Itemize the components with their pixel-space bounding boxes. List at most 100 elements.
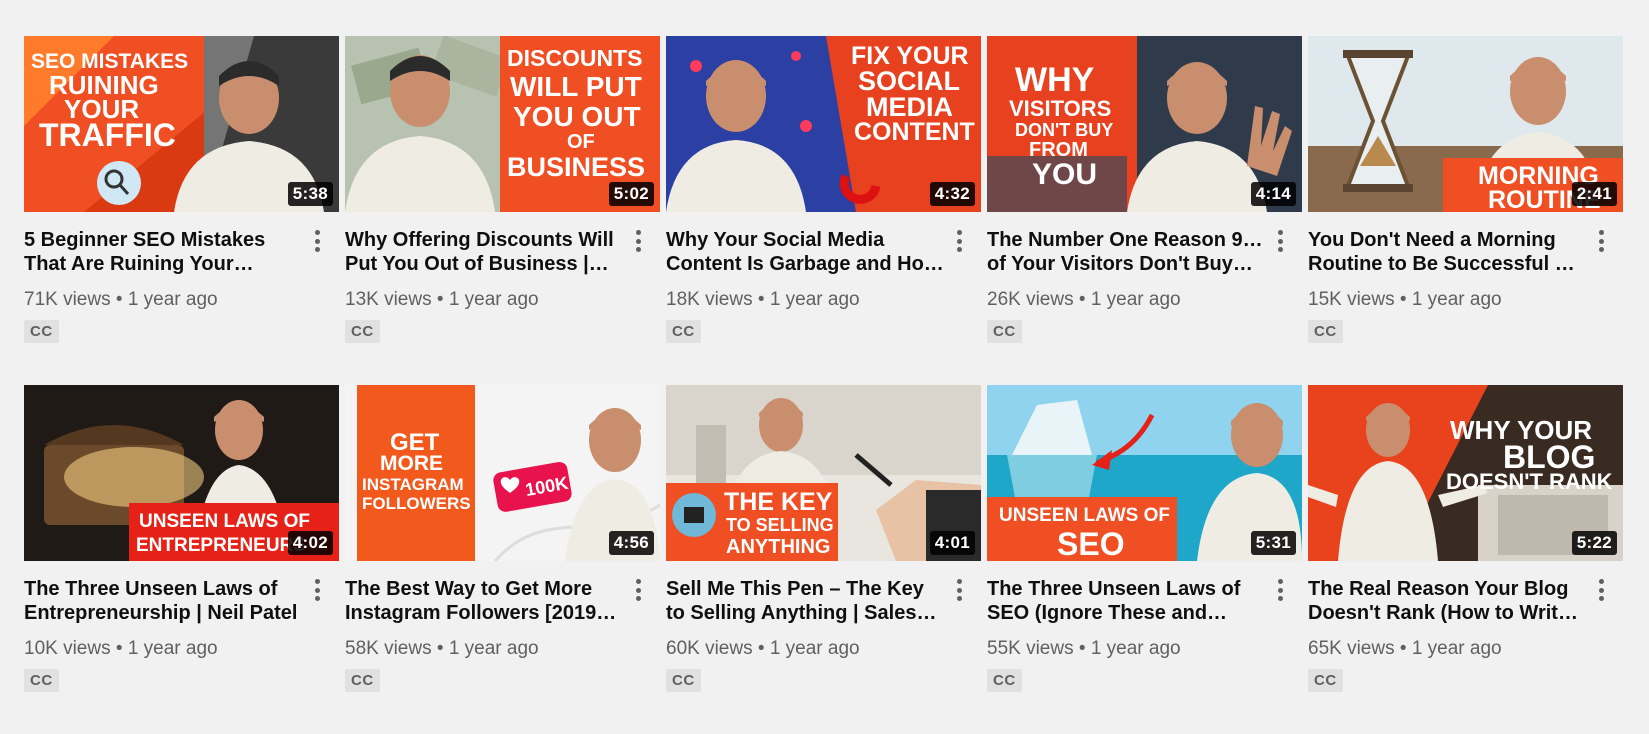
video-title-line: Put You Out of Business |… <box>345 253 609 275</box>
video-title[interactable]: 5 Beginner SEO Mistakes That Are Ruining… <box>24 228 302 276</box>
separator: • <box>115 638 123 659</box>
video-stats: 65K views • 1 year ago <box>1308 637 1623 661</box>
thumb-text: THE KEY <box>724 488 833 516</box>
video-title-line: Routine to Be Successful B… <box>1308 253 1586 275</box>
video-title[interactable]: Why Your Social Media Content Is Garbage… <box>666 228 944 276</box>
thumb-text: OF <box>567 131 595 153</box>
video-thumbnail[interactable]: UNSEEN LAWS OF SEO 5:31 <box>987 385 1302 561</box>
view-count: 13K views <box>345 289 432 310</box>
cc-badge: CC <box>1308 669 1343 692</box>
video-stats: 71K views • 1 year ago <box>24 288 339 312</box>
video-thumbnail[interactable]: SEO MISTAKES RUINING YOUR TRAFFIC 5:38 <box>24 36 339 212</box>
separator: • <box>757 638 765 659</box>
video-thumbnail[interactable]: DISCOUNTS WILL PUT YOU OUT OF BUSINESS 5… <box>345 36 660 212</box>
thumb-text: DOESN'T RANK <box>1446 469 1613 494</box>
video-thumbnail[interactable]: UNSEEN LAWS OF ENTREPRENEURS 4:02 <box>24 385 339 561</box>
video-thumbnail[interactable]: WHY YOUR BLOG DOESN'T RANK 5:22 <box>1308 385 1623 561</box>
thumb-text: ANYTHING <box>726 536 830 558</box>
video-stats: 18K views • 1 year ago <box>666 288 981 312</box>
video-meta: Sell Me This Pen – The Key to Selling An… <box>666 561 981 692</box>
thumb-text: CONTENT <box>854 118 975 146</box>
video-title[interactable]: Sell Me This Pen – The Key to Selling An… <box>666 577 944 625</box>
video-stats: 55K views • 1 year ago <box>987 637 1302 661</box>
video-title[interactable]: The Real Reason Your Blog Doesn't Rank (… <box>1308 577 1586 625</box>
video-meta: The Real Reason Your Blog Doesn't Rank (… <box>1308 561 1623 692</box>
video-title-line: Instagram Followers [2019… <box>345 602 617 624</box>
video-duration: 5:38 <box>287 182 333 206</box>
video-thumbnail[interactable]: 100K GET MORE INSTAGRAM FOLLOWERS 4:56 <box>345 385 660 561</box>
video-thumbnail[interactable]: WHY VISITORS DON'T BUY FROM YOU 4:14 <box>987 36 1302 212</box>
video-title[interactable]: You Don't Need a Morning Routine to Be S… <box>1308 228 1586 276</box>
thumb-text: FOLLOWERS <box>362 494 471 513</box>
video-title-line: of Your Visitors Don't Buy… <box>987 253 1253 275</box>
video-card: WHY YOUR BLOG DOESN'T RANK 5:22 The Real… <box>1308 385 1623 734</box>
video-duration: 2:41 <box>1571 182 1617 206</box>
video-stats: 60K views • 1 year ago <box>666 637 981 661</box>
video-stats: 26K views • 1 year ago <box>987 288 1302 312</box>
view-count: 58K views <box>345 638 432 659</box>
more-options-icon[interactable] <box>949 228 969 254</box>
video-title-line: to Selling Anything | Sales… <box>666 602 937 624</box>
cc-badge: CC <box>24 669 59 692</box>
video-card: UNSEEN LAWS OF SEO 5:31 The Three Unseen… <box>987 385 1302 734</box>
video-thumbnail[interactable]: MORNING ROUTINE 2:41 <box>1308 36 1623 212</box>
video-duration: 4:02 <box>287 531 333 555</box>
upload-age: 1 year ago <box>448 638 539 659</box>
video-duration: 4:32 <box>929 182 975 206</box>
view-count: 18K views <box>666 289 753 310</box>
video-title-line: Doesn't Rank (How to Write … <box>1308 602 1586 624</box>
video-duration: 5:22 <box>1571 531 1617 555</box>
video-thumbnail[interactable]: FIX YOUR SOCIAL MEDIA CONTENT 4:32 <box>666 36 981 212</box>
more-options-icon[interactable] <box>628 228 648 254</box>
more-options-icon[interactable] <box>628 577 648 603</box>
thumb-text: BUSINESS <box>507 152 645 182</box>
video-title-line: The Real Reason Your Blog <box>1308 578 1569 600</box>
upload-age: 1 year ago <box>769 289 860 310</box>
cc-badge: CC <box>987 320 1022 343</box>
video-meta: The Three Unseen Laws of SEO (Ignore The… <box>987 561 1302 692</box>
view-count: 71K views <box>24 289 111 310</box>
video-title[interactable]: Why Offering Discounts Will Put You Out … <box>345 228 623 276</box>
upload-age: 1 year ago <box>1411 638 1502 659</box>
video-title-line: The Number One Reason 99% <box>987 229 1265 251</box>
upload-age: 1 year ago <box>769 638 860 659</box>
video-title-line: Content Is Garbage and Ho… <box>666 253 944 275</box>
more-options-icon[interactable] <box>307 577 327 603</box>
view-count: 65K views <box>1308 638 1395 659</box>
more-options-icon[interactable] <box>1270 577 1290 603</box>
separator: • <box>1078 638 1086 659</box>
thumb-text: UNSEEN LAWS OF <box>139 511 310 532</box>
thumb-text: TRAFFIC <box>39 117 176 153</box>
more-options-icon[interactable] <box>949 577 969 603</box>
thumb-text: YOU OUT <box>513 101 641 132</box>
cc-badge: CC <box>987 669 1022 692</box>
cc-badge: CC <box>666 320 701 343</box>
video-title[interactable]: The Best Way to Get More Instagram Follo… <box>345 577 623 625</box>
video-card: THE KEY TO SELLING ANYTHING 4:01 Sell Me… <box>666 385 981 734</box>
more-options-icon[interactable] <box>1270 228 1290 254</box>
more-options-icon[interactable] <box>1591 577 1611 603</box>
video-thumbnail[interactable]: THE KEY TO SELLING ANYTHING 4:01 <box>666 385 981 561</box>
more-options-icon[interactable] <box>1591 228 1611 254</box>
separator: • <box>436 289 444 310</box>
video-title-line: Why Your Social Media <box>666 229 885 251</box>
upload-age: 1 year ago <box>1090 638 1181 659</box>
video-title[interactable]: The Number One Reason 99% of Your Visito… <box>987 228 1265 276</box>
video-grid: SEO MISTAKES RUINING YOUR TRAFFIC 5:38 5… <box>24 36 1623 734</box>
more-options-icon[interactable] <box>307 228 327 254</box>
separator: • <box>1399 638 1407 659</box>
video-title-line: That Are Ruining Your… <box>24 253 254 275</box>
thumb-text: YOU <box>1032 158 1097 191</box>
video-title[interactable]: The Three Unseen Laws of Entrepreneurshi… <box>24 577 302 625</box>
video-duration: 4:56 <box>608 531 654 555</box>
separator: • <box>1078 289 1086 310</box>
video-title-line: The Three Unseen Laws of <box>987 578 1241 600</box>
video-title[interactable]: The Three Unseen Laws of SEO (Ignore The… <box>987 577 1265 625</box>
cc-badge: CC <box>345 669 380 692</box>
video-card: UNSEEN LAWS OF ENTREPRENEURS 4:02 The Th… <box>24 385 339 734</box>
upload-age: 1 year ago <box>127 638 218 659</box>
upload-age: 1 year ago <box>448 289 539 310</box>
video-duration: 4:01 <box>929 531 975 555</box>
video-title-line: You Don't Need a Morning <box>1308 229 1556 251</box>
video-title-line: Why Offering Discounts Will <box>345 229 614 251</box>
